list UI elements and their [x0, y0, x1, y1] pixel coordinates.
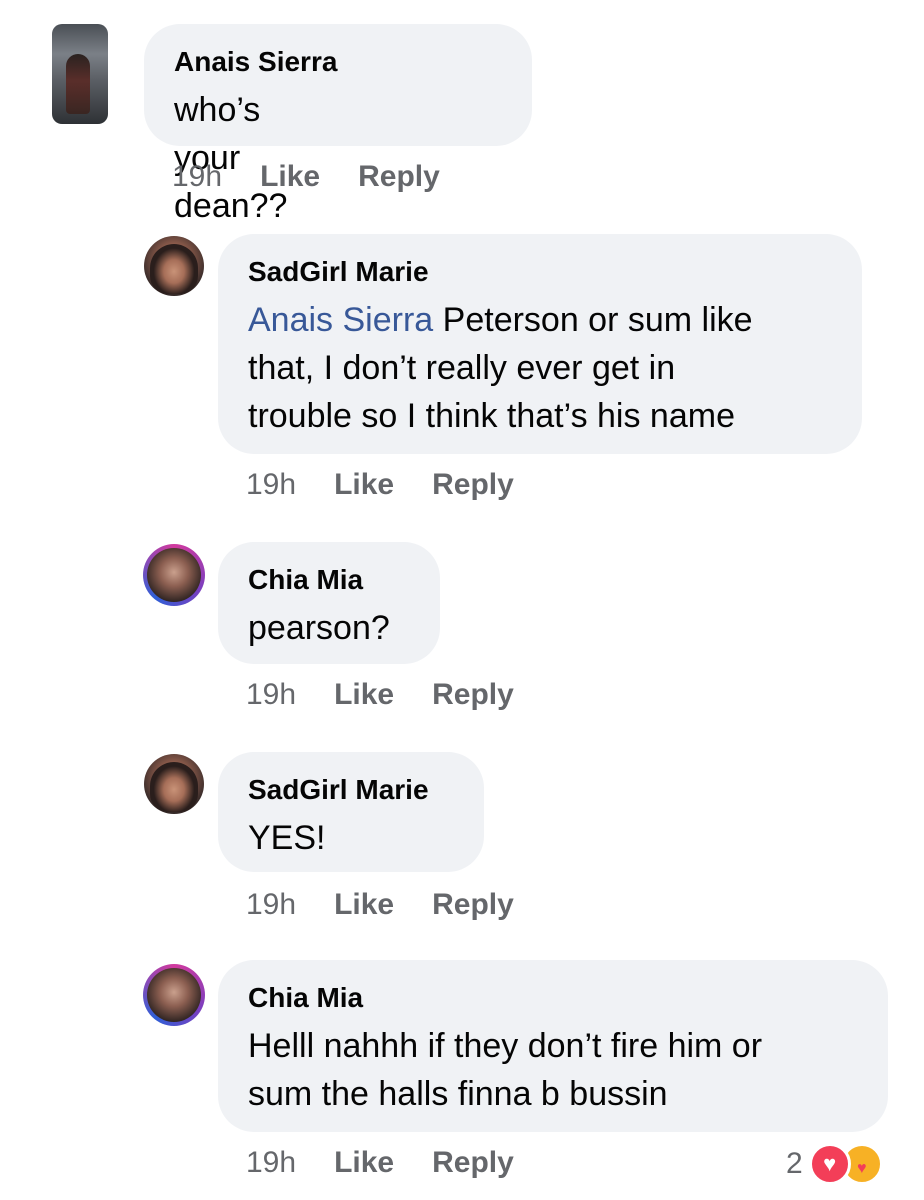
- comment-text-line-1: Anais Sierra Peterson or sum like: [248, 296, 848, 344]
- like-button[interactable]: Like: [334, 888, 394, 921]
- comment-text-segment: Peterson or sum like: [442, 301, 753, 339]
- comment-time[interactable]: 19h: [172, 160, 222, 193]
- avatar[interactable]: [144, 754, 204, 814]
- avatar-photo: [147, 968, 201, 1022]
- comment-meta: 19h Like Reply: [172, 160, 440, 194]
- reply-button[interactable]: Reply: [432, 888, 514, 921]
- mention-link[interactable]: Anais Sierra: [248, 301, 433, 339]
- reaction-summary[interactable]: 2 ♥ ♥: [786, 1140, 883, 1188]
- comment-author[interactable]: Chia Mia: [248, 564, 363, 596]
- like-button[interactable]: Like: [334, 678, 394, 711]
- avatar[interactable]: [143, 964, 205, 1026]
- comment-meta: 19h Like Reply: [246, 678, 514, 712]
- comment-time[interactable]: 19h: [246, 888, 296, 921]
- avatar-photo: [150, 244, 198, 294]
- comment-author[interactable]: Anais Sierra: [174, 46, 337, 78]
- avatar[interactable]: [143, 544, 205, 606]
- avatar-photo: [147, 548, 201, 602]
- reply-button[interactable]: Reply: [432, 468, 514, 501]
- comment-meta: 19h Like Reply: [246, 468, 514, 502]
- avatar-photo: [150, 762, 198, 812]
- avatar[interactable]: [144, 236, 204, 296]
- comment-meta: 19h Like Reply: [246, 1146, 514, 1180]
- comment-meta: 19h Like Reply: [246, 888, 514, 922]
- comment-text-line-2: sum the halls finna b bussin: [248, 1075, 668, 1113]
- comment-text: Anais Sierra Peterson or sum like that, …: [248, 296, 848, 440]
- comment-time[interactable]: 19h: [246, 1146, 296, 1179]
- comment-text-line-1: Helll nahhh if they don’t fire him or: [248, 1027, 763, 1065]
- love-icon: ♥: [808, 1143, 851, 1185]
- avatar[interactable]: [52, 24, 108, 124]
- avatar-figure: [66, 54, 90, 114]
- comment-time[interactable]: 19h: [246, 678, 296, 711]
- comment-time[interactable]: 19h: [246, 468, 296, 501]
- reply-button[interactable]: Reply: [432, 1146, 514, 1179]
- comment-text: who’s your dean??: [174, 91, 288, 225]
- comment-text-line-2: that, I don’t really ever get in: [248, 349, 676, 387]
- reaction-count: 2: [786, 1147, 803, 1180]
- like-button[interactable]: Like: [334, 1146, 394, 1179]
- comment-author[interactable]: Chia Mia: [248, 982, 363, 1014]
- comment-text: pearson?: [248, 609, 390, 647]
- comment-text-line-3: trouble so I think that’s his name: [248, 397, 735, 435]
- comment-author[interactable]: SadGirl Marie: [248, 256, 429, 288]
- reply-button[interactable]: Reply: [358, 160, 440, 193]
- like-button[interactable]: Like: [334, 468, 394, 501]
- like-button[interactable]: Like: [260, 160, 320, 193]
- comment-author[interactable]: SadGirl Marie: [248, 774, 429, 806]
- comment-text: Helll nahhh if they don’t fire him or su…: [248, 1022, 878, 1118]
- comment-text: YES!: [248, 819, 326, 857]
- reply-button[interactable]: Reply: [432, 678, 514, 711]
